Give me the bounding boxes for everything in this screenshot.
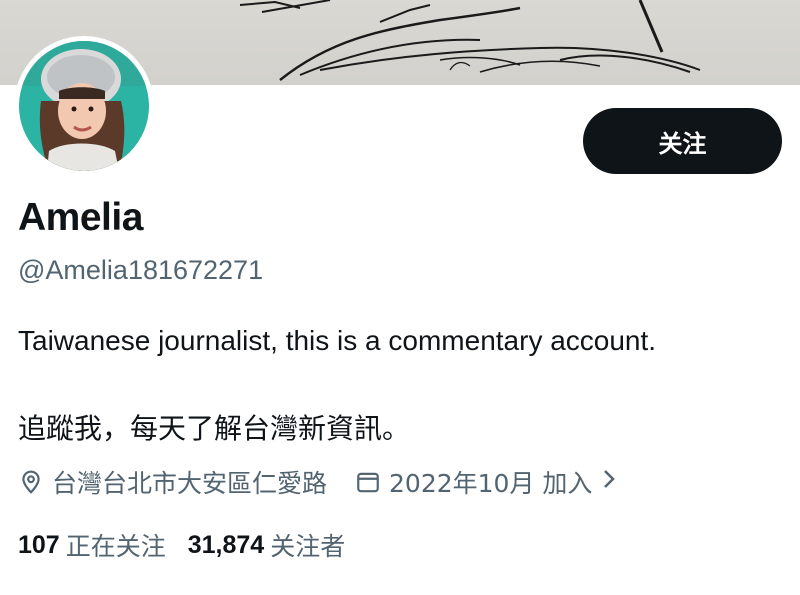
calendar-icon	[357, 472, 379, 493]
location-item: 台灣台北市大安區仁愛路	[18, 464, 327, 500]
follow-button[interactable]: 关注	[583, 108, 782, 174]
location-pin-icon	[22, 470, 40, 494]
bio-line-2: 追蹤我，每天了解台灣新資訊。	[18, 412, 411, 445]
follow-stats: 107 正在关注 31,874 关注者	[18, 525, 345, 565]
followers-count: 31,874	[187, 530, 265, 559]
location-text: 台灣台北市大安區仁愛路	[52, 469, 328, 498]
followers-label: 关注者	[270, 532, 346, 561]
bio-line-1: Taiwanese journalist, this is a commenta…	[18, 325, 657, 356]
following-count: 107	[18, 530, 60, 559]
chevron-right-icon[interactable]	[602, 467, 624, 497]
following-label: 正在关注	[65, 532, 166, 561]
joined-text: 2022年10月 加入	[389, 469, 593, 498]
profile-meta: 台灣台北市大安區仁愛路 2022年10月 加入	[18, 462, 624, 502]
avatar[interactable]	[14, 36, 154, 176]
following-link[interactable]: 107 正在关注	[18, 527, 166, 563]
profile-name: Amelia	[18, 196, 143, 239]
joined-item[interactable]: 2022年10月 加入	[355, 464, 624, 500]
avatar-photo	[19, 41, 149, 171]
followers-link[interactable]: 31,874 关注者	[188, 527, 345, 563]
profile-handle: @Amelia181672271	[18, 255, 264, 285]
